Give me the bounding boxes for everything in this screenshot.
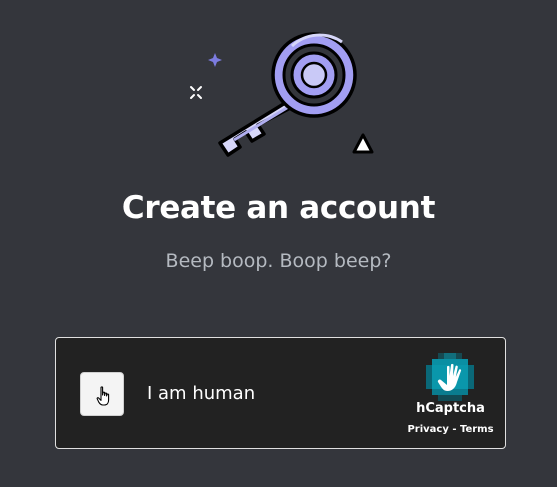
hcaptcha-links: Privacy - Terms xyxy=(396,424,505,435)
triangle-icon xyxy=(352,133,374,154)
key-shaft xyxy=(218,98,300,157)
key-illustration-icon xyxy=(190,32,374,157)
human-checkbox[interactable] xyxy=(80,372,124,416)
page-title: Create an account xyxy=(121,190,436,226)
terms-link[interactable]: Terms xyxy=(460,424,494,435)
hcaptcha-widget: I am human hCaptcha Privacy - Terms xyxy=(55,337,506,449)
create-account-page: Create an account Beep boop. Boop beep? … xyxy=(0,0,557,487)
checkbox-label: I am human xyxy=(147,383,256,404)
hcaptcha-brand: hCaptcha xyxy=(416,401,485,416)
key-head xyxy=(271,32,357,118)
pointer-hand-icon xyxy=(96,386,110,406)
privacy-link[interactable]: Privacy xyxy=(407,424,448,435)
link-separator: - xyxy=(448,424,460,435)
sparkle-icon xyxy=(208,53,222,67)
burst-icon xyxy=(190,86,202,99)
hcaptcha-logo-icon xyxy=(426,353,474,401)
page-subtitle: Beep boop. Boop beep? xyxy=(165,250,392,272)
